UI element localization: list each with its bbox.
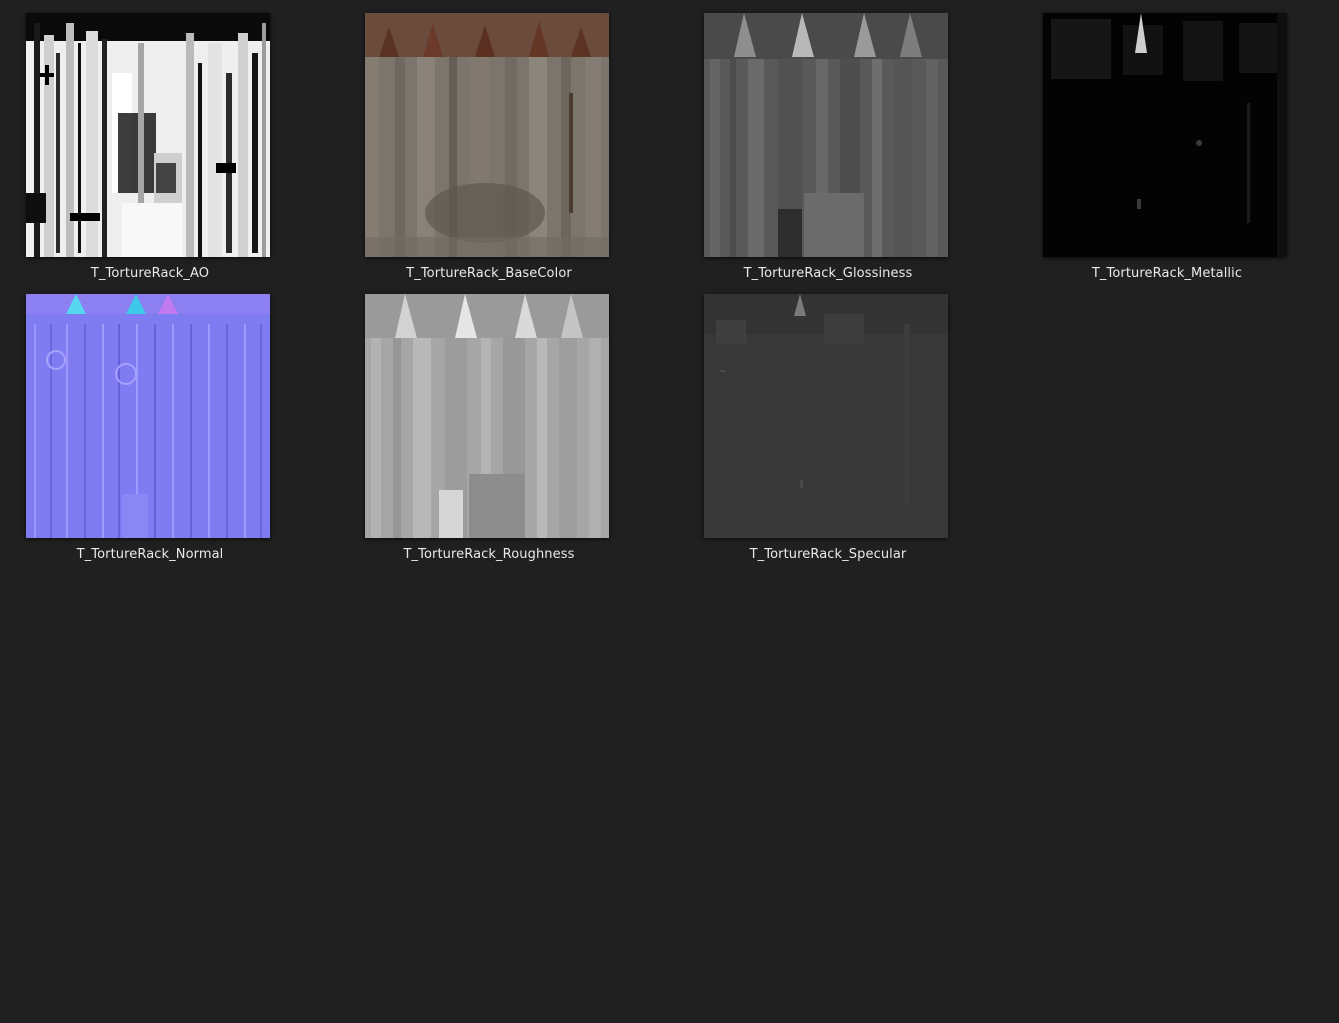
file-name-label: T_TortureRack_Roughness (403, 547, 575, 562)
texture-thumbnail-metallic[interactable] (1043, 13, 1287, 257)
file-name-label: T_TortureRack_BaseColor (406, 266, 572, 281)
file-tile-specular[interactable]: T_TortureRack_Specular (678, 281, 968, 562)
texture-thumbnail-normal[interactable] (26, 294, 270, 538)
texture-thumbnail-ao[interactable] (26, 13, 270, 257)
file-tile-glossiness[interactable]: T_TortureRack_Glossiness (678, 0, 968, 281)
file-tile-roughness[interactable]: T_TortureRack_Roughness (339, 281, 629, 562)
texture-thumbnail-specular[interactable] (704, 294, 948, 538)
file-name-label: T_TortureRack_Normal (76, 547, 224, 562)
file-name-label: T_TortureRack_Specular (749, 547, 907, 562)
texture-thumbnail-glossiness[interactable] (704, 13, 948, 257)
texture-thumbnail-roughness[interactable] (365, 294, 609, 538)
file-name-label: T_TortureRack_AO (90, 266, 210, 281)
file-tile-ao[interactable]: T_TortureRack_AO (0, 0, 290, 281)
texture-thumbnail-basecolor[interactable] (365, 13, 609, 257)
file-name-label: T_TortureRack_Metallic (1091, 266, 1243, 281)
file-tile-normal[interactable]: T_TortureRack_Normal (0, 281, 290, 562)
file-tile-basecolor[interactable]: T_TortureRack_BaseColor (339, 0, 629, 281)
file-name-label: T_TortureRack_Glossiness (743, 266, 913, 281)
file-grid-view: T_TortureRack_AO T_TortureRack_BaseColor… (0, 0, 1339, 1023)
file-tile-metallic[interactable]: T_TortureRack_Metallic (1017, 0, 1307, 281)
